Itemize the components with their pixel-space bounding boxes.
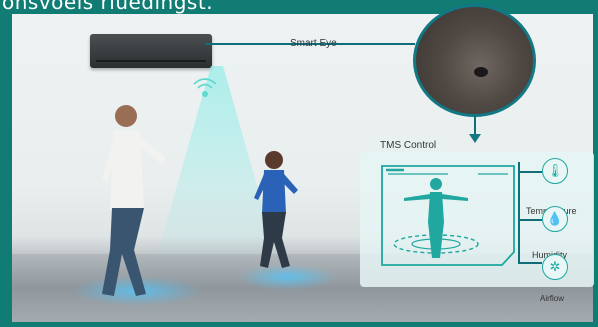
header-text: onsvoels rluedingst.	[2, 0, 214, 14]
feature-connector-vertical	[518, 162, 520, 262]
air-conditioner	[90, 34, 212, 68]
ac-vent	[96, 60, 206, 62]
smart-eye-label: Smart Eye	[290, 38, 337, 49]
smart-eye-zoom	[413, 4, 536, 117]
man-figure	[102, 105, 166, 296]
temperature-connector	[518, 171, 542, 173]
tms-control-label: TMS Control	[380, 140, 437, 151]
droplet-icon: 💧	[542, 206, 568, 232]
arrow-down-icon	[469, 134, 481, 143]
child-figure	[254, 151, 298, 268]
smart-eye-sensor	[474, 67, 488, 77]
airflow-label: Airflow	[540, 294, 565, 303]
fan-icon: ✲	[542, 254, 568, 280]
body-scan-screen	[381, 165, 515, 266]
airflow-connector	[518, 262, 542, 264]
signal-icon	[193, 78, 217, 97]
humidity-connector	[518, 219, 542, 221]
thermometer-icon: 🌡	[542, 158, 568, 184]
